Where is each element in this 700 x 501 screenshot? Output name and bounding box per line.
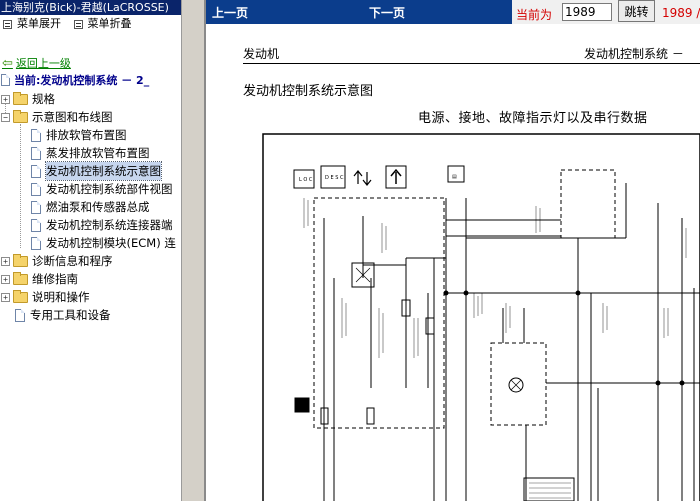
svg-text:▤: ▤ (452, 174, 457, 180)
next-page-button[interactable]: 下一页 (369, 4, 405, 21)
menu-collapse-label: 菜单折叠 (87, 17, 132, 30)
content-pane: 上一页 下一页 当前为 跳转 1989 / 发动机 发动机控制系统 － 发动机控… (206, 0, 700, 501)
prev-page-button[interactable]: 上一页 (212, 4, 248, 21)
svg-text:L O C: L O C (299, 177, 313, 183)
back-link[interactable]: ⇦ 返回上一级 (2, 55, 71, 71)
document-icon (31, 128, 41, 142)
menu-collapse-icon (73, 19, 83, 29)
tree-item-label: 维修指南 (32, 272, 78, 286)
expand-toggle-icon[interactable]: + (1, 256, 10, 266)
current-location-label: 当前:发动机控制系统 － 2_ (14, 74, 150, 87)
wiring-diagram: L O C D E S C ▤ (262, 133, 700, 501)
tree-item-component-views[interactable]: 发动机控制系统部件视图 (0, 180, 181, 198)
folder-open-icon (13, 109, 28, 123)
tree-item-engine-schematic[interactable]: 发动机控制系统示意图 (0, 161, 181, 181)
menu-expand-icon (3, 19, 12, 29)
tree-item-label: 发动机控制系统连接器端 (46, 218, 173, 232)
document-icon (31, 218, 41, 232)
tree-item-label: 规格 (32, 92, 55, 106)
page-toolbar: 上一页 下一页 当前为 跳转 1989 / (206, 0, 700, 24)
left-nav-pane: 上海别克(Bick)-君越(LaCROSSE) 菜单展开 菜单折叠 ⇦ 返回上一… (0, 0, 182, 501)
doc-header-chapter: 发动机控制系统 － (584, 47, 684, 61)
page-jump-box: 当前为 跳转 1989 / (512, 0, 700, 24)
tree-item-fuel-pump[interactable]: 燃油泵和传感器总成 (0, 198, 181, 216)
menu-expand-button[interactable]: 菜单展开 (3, 15, 61, 33)
document-icon (1, 74, 10, 86)
diagram-title: 电源、接地、故障指示灯以及串行数据 (418, 111, 648, 126)
tree-item-label: 蒸发排放软管布置图 (46, 146, 150, 160)
tree-item-connector-end-views[interactable]: 发动机控制系统连接器端 (0, 216, 181, 234)
current-location: 当前:发动机控制系统 － 2_ (1, 72, 149, 88)
app-window: 上海别克(Bick)-君越(LaCROSSE) 菜单展开 菜单折叠 ⇦ 返回上一… (0, 0, 700, 501)
tree-item-label: 诊断信息和程序 (32, 254, 113, 268)
pane-splitter[interactable] (182, 0, 206, 501)
menu-row: 菜单展开 菜单折叠 (0, 15, 181, 33)
folder-icon (13, 253, 28, 267)
tree-item-specs[interactable]: + 规格 (0, 90, 181, 108)
diagram-frame (262, 133, 700, 501)
tree-item-label-selected: 发动机控制系统示意图 (45, 161, 162, 181)
tree-item-ecm-connector[interactable]: 发动机控制模块(ECM) 连 (0, 234, 181, 252)
tree-item-label: 燃油泵和传感器总成 (46, 200, 150, 214)
tree-item-evap-hose[interactable]: 蒸发排放软管布置图 (0, 144, 181, 162)
page-number-input[interactable] (562, 3, 612, 21)
expand-toggle-icon[interactable]: + (1, 292, 10, 302)
tree-item-diagnostics[interactable]: + 诊断信息和程序 (0, 252, 181, 270)
doc-title: 发动机控制系统示意图 (243, 84, 374, 99)
page-count-text: 1989 / (662, 6, 700, 20)
back-arrow-icon: ⇦ (2, 55, 13, 71)
document-icon (31, 182, 41, 196)
tree-item-description[interactable]: + 说明和操作 (0, 288, 181, 306)
svg-text:D E S C: D E S C (325, 175, 344, 181)
folder-icon (13, 271, 28, 285)
folder-icon (13, 91, 28, 105)
pane-title: 上海别克(Bick)-君越(LaCROSSE) (0, 0, 181, 15)
document-icon (31, 146, 41, 160)
document-icon (31, 236, 41, 250)
menu-expand-label: 菜单展开 (17, 17, 61, 30)
jump-button[interactable]: 跳转 (618, 0, 655, 22)
doc-header-section: 发动机 (243, 47, 280, 61)
tree-item-label: 说明和操作 (32, 290, 90, 304)
collapse-toggle-icon[interactable]: − (1, 112, 10, 122)
instrument-cluster (490, 342, 547, 426)
expand-toggle-icon[interactable]: + (1, 94, 10, 104)
tree-item-label: 示意图和布线图 (32, 110, 113, 124)
tree-item-label: 排放软管布置图 (46, 128, 127, 142)
nav-tree: + 规格 − 示意图和布线图 排放软管布置图 蒸发排放软管布置图 发动机控制系统… (0, 90, 181, 324)
folder-icon (13, 289, 28, 303)
tree-item-label: 发动机控制模块(ECM) 连 (46, 236, 176, 250)
expand-toggle-icon[interactable]: + (1, 274, 10, 284)
header-rule (243, 63, 700, 64)
tree-item-special-tools[interactable]: 专用工具和设备 (0, 306, 181, 324)
body-control-module (560, 169, 616, 239)
tree-item-label: 发动机控制系统部件视图 (46, 182, 173, 196)
menu-collapse-button[interactable]: 菜单折叠 (73, 15, 132, 33)
document-icon (31, 164, 41, 178)
tree-item-label: 专用工具和设备 (30, 308, 111, 322)
tree-item-emission-hose[interactable]: 排放软管布置图 (0, 126, 181, 144)
tree-item-repair-guide[interactable]: + 维修指南 (0, 270, 181, 288)
current-page-label: 当前为 (516, 8, 553, 22)
back-link-label: 返回上一级 (15, 57, 71, 70)
tree-item-schematics[interactable]: − 示意图和布线图 (0, 108, 181, 126)
document-icon (15, 308, 25, 322)
document-icon (31, 200, 41, 214)
